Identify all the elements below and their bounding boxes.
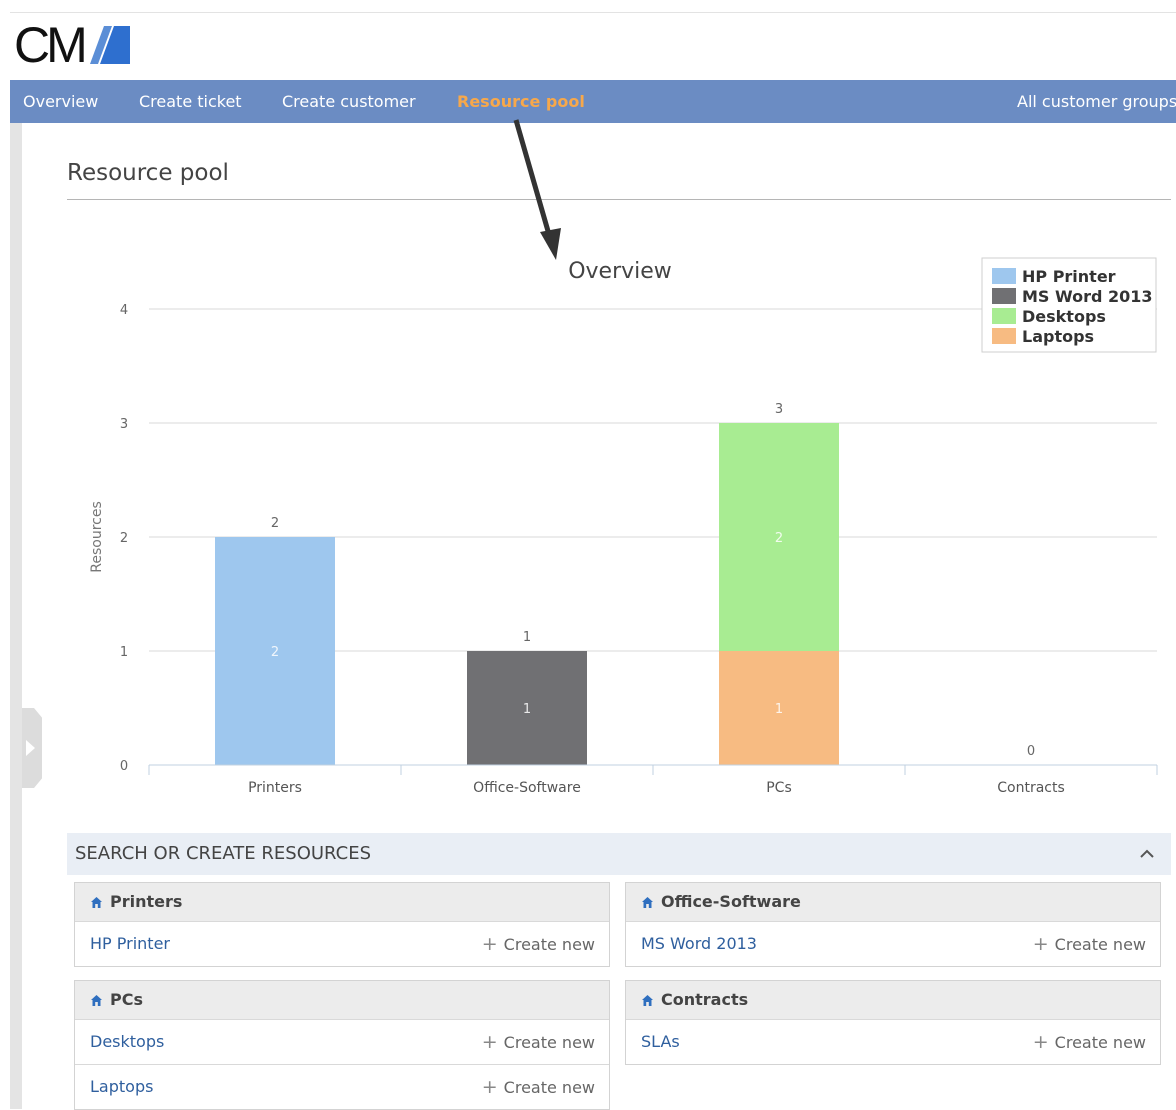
logo-text: CM [14,17,88,73]
y-tick-label: 1 [120,645,128,660]
resource-link[interactable]: Desktops [90,1020,164,1064]
x-tick-label: Office-Software [473,780,581,796]
y-tick-label: 4 [120,303,128,318]
chevron-right-icon[interactable] [26,740,35,756]
logo-mark-icon [89,26,130,64]
bar-segment [215,537,335,765]
group-header: Office-Software [626,883,1160,921]
group-header: PCs [75,981,609,1019]
group-name: PCs [110,990,143,1009]
resource-group-printers: Printers HP Printer + Create new [74,882,610,967]
create-new-button[interactable]: + Create new [482,1065,595,1110]
total-label: 0 [1027,744,1035,759]
bar-segment [719,423,839,651]
sidebar-strip [10,123,22,1109]
plus-icon: + [481,1076,498,1098]
group-name: Office-Software [661,892,801,911]
resources-panel-header[interactable]: SEARCH OR CREATE RESOURCES [67,833,1171,875]
create-new-button[interactable]: + Create new [482,1020,595,1065]
home-icon [642,994,653,1006]
nav-customer-groups[interactable]: All customer groups [1017,80,1176,123]
legend-box [981,257,1157,353]
legend-label: Laptops [1022,327,1094,346]
nav-create-ticket[interactable]: Create ticket [139,80,242,123]
x-tick-label: Printers [248,780,302,796]
resource-link[interactable]: Laptops [90,1065,153,1109]
resource-group-pcs: PCs Desktops + Create new Laptops + Create… [74,980,610,1110]
chart-labels: 2 2 1 1 1 2 3 0 [271,402,1035,759]
data-label: 1 [775,702,783,717]
legend-label: HP Printer [1022,267,1116,286]
group-header: Printers [75,883,609,921]
legend-swatch [992,308,1016,324]
group-name: Contracts [661,990,749,1009]
plus-icon: + [481,933,498,955]
nav-create-customer[interactable]: Create customer [282,80,416,123]
y-tick-label: 3 [120,417,128,432]
resources-panel-title: SEARCH OR CREATE RESOURCES [75,843,372,864]
chart-grid: 0 1 2 3 4 [120,303,1157,774]
chart-legend: HP PrinterMS Word 2013DesktopsLaptops [981,257,1157,353]
bar-segment [719,651,839,765]
total-label: 2 [271,516,279,531]
home-icon [642,896,653,908]
y-axis-label: Resources [89,501,105,573]
legend-swatch [992,268,1016,284]
logo[interactable]: CM [14,19,130,71]
bar-segment [467,651,587,765]
resource-group-contracts: Contracts SLAs + Create new [625,980,1161,1065]
home-icon [91,994,102,1006]
x-tick-label: Contracts [997,780,1065,796]
data-label: 2 [271,645,279,660]
list-item: Laptops + Create new [75,1064,609,1109]
plus-icon: + [1032,933,1049,955]
legend-swatch [992,328,1016,344]
nav-overview[interactable]: Overview [23,80,98,123]
list-item: HP Printer + Create new [75,921,609,966]
legend-swatch [992,288,1016,304]
resource-link[interactable]: HP Printer [90,922,170,966]
home-icon [91,896,102,908]
create-new-button[interactable]: + Create new [1033,1020,1146,1065]
plus-icon: + [481,1031,498,1053]
resource-link[interactable]: SLAs [641,1020,680,1064]
group-header: Contracts [626,981,1160,1019]
main-nav: Overview Create ticket Create customer R… [10,80,1176,123]
plus-icon: + [1032,1031,1049,1053]
annotation-arrow-icon [513,119,561,260]
list-item: MS Word 2013 + Create new [626,921,1160,966]
create-new-button[interactable]: + Create new [1033,922,1146,967]
resources-chart: 0 1 2 3 4 2 2 1 1 1 2 3 0 Printers Office-Software PC… [89,119,1158,796]
x-axis-ticks: Printers Office-Software PCs Contracts [148,765,1158,796]
data-label: 2 [775,531,783,546]
legend-label: Desktops [1022,307,1106,326]
list-item: Desktops + Create new [75,1019,609,1064]
legend-label: MS Word 2013 [1022,287,1153,306]
y-tick-label: 0 [120,759,128,774]
create-new-button[interactable]: + Create new [482,922,595,967]
chart-bars [215,423,839,765]
y-tick-label: 2 [120,531,128,546]
chevron-up-icon[interactable] [1139,846,1155,862]
resource-group-office-software: Office-Software MS Word 2013 + Create new [625,882,1161,967]
resource-link[interactable]: MS Word 2013 [641,922,757,966]
nav-resource-pool[interactable]: Resource pool [457,80,585,123]
total-label: 3 [775,402,783,417]
page-title: Resource pool [67,160,229,186]
total-label: 1 [523,630,531,645]
title-divider [67,199,1171,200]
data-label: 1 [523,702,531,717]
list-item: SLAs + Create new [626,1019,1160,1064]
header-bar: CM [10,12,1176,81]
x-tick-label: PCs [766,780,792,796]
chart-title: Overview [568,259,672,284]
group-name: Printers [110,892,183,911]
